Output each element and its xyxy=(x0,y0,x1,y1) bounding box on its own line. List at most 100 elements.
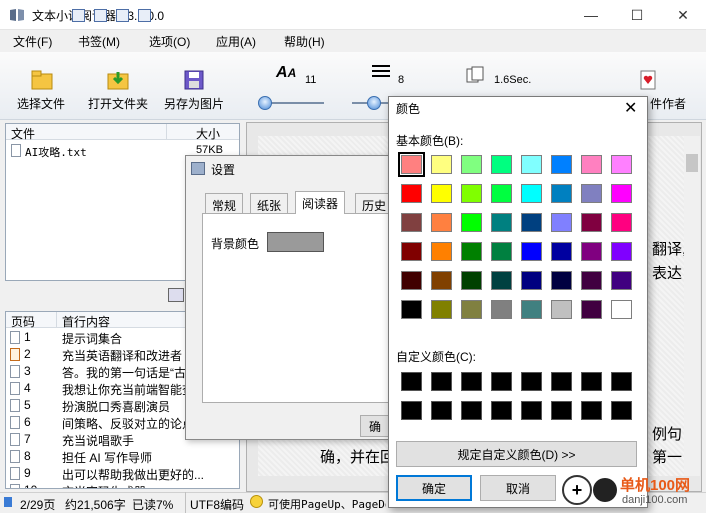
color-swatch[interactable] xyxy=(611,271,632,290)
color-swatch[interactable] xyxy=(431,271,452,290)
font-size-slider-knob[interactable] xyxy=(258,96,272,110)
menu-apps[interactable]: 应用(A) xyxy=(216,33,256,50)
color-swatch[interactable] xyxy=(461,213,482,232)
custom-color-swatch[interactable] xyxy=(401,401,422,420)
color-swatch[interactable] xyxy=(521,242,542,261)
file-name[interactable]: AI攻略.txt xyxy=(25,144,87,160)
color-swatch[interactable] xyxy=(491,271,512,290)
close-button[interactable]: ✕ xyxy=(660,0,706,30)
export-icon[interactable] xyxy=(168,288,184,302)
custom-color-swatch[interactable] xyxy=(521,372,542,391)
color-swatch[interactable] xyxy=(401,184,422,203)
define-custom-colors-button[interactable]: 规定自定义颜色(D) >> xyxy=(396,441,637,467)
custom-color-swatch[interactable] xyxy=(491,372,512,391)
color-swatch[interactable] xyxy=(461,271,482,290)
color-swatch[interactable] xyxy=(581,300,602,319)
menu-options[interactable]: 选项(O) xyxy=(149,33,190,50)
menu-help[interactable]: 帮助(H) xyxy=(284,33,325,50)
custom-color-swatch[interactable] xyxy=(461,372,482,391)
color-swatch[interactable] xyxy=(551,242,572,261)
menu-bookmark[interactable]: 书签(M) xyxy=(78,33,120,50)
menu-file[interactable]: 文件(F) xyxy=(13,33,52,50)
color-swatch[interactable] xyxy=(611,184,632,203)
color-swatch[interactable] xyxy=(611,213,632,232)
color-dialog-close-icon[interactable]: ✕ xyxy=(624,98,637,118)
color-swatch[interactable] xyxy=(491,155,512,174)
color-swatch[interactable] xyxy=(581,271,602,290)
col-size[interactable]: 大小 xyxy=(196,125,220,142)
color-swatch[interactable] xyxy=(581,213,602,232)
color-swatch[interactable] xyxy=(491,184,512,203)
author-label[interactable]: 件作者 xyxy=(650,95,686,112)
custom-color-swatch[interactable] xyxy=(611,401,632,420)
list-item[interactable]: 8 担任 AI 写作导师 xyxy=(6,448,239,465)
col-page-num[interactable]: 页码 xyxy=(11,313,35,330)
color-swatch[interactable] xyxy=(491,300,512,319)
custom-color-swatch[interactable] xyxy=(431,372,452,391)
open-folder-icon[interactable] xyxy=(106,68,130,92)
color-swatch[interactable] xyxy=(611,300,632,319)
color-swatch[interactable] xyxy=(551,155,572,174)
color-cancel-button[interactable]: 取消 xyxy=(480,475,556,501)
custom-color-swatch[interactable] xyxy=(491,401,512,420)
color-swatch[interactable] xyxy=(611,242,632,261)
scroll-thumb[interactable] xyxy=(686,154,698,172)
tab-reader[interactable]: 阅读器 xyxy=(295,191,346,214)
color-swatch[interactable] xyxy=(551,271,572,290)
settings-ok-button[interactable]: 确 xyxy=(360,415,390,437)
tab-paper[interactable]: 纸张 xyxy=(250,193,289,213)
color-swatch[interactable] xyxy=(521,184,542,203)
color-swatch[interactable] xyxy=(431,300,452,319)
open-folder-label[interactable]: 打开文件夹 xyxy=(88,95,148,112)
color-swatch[interactable] xyxy=(431,213,452,232)
choose-file-label[interactable]: 选择文件 xyxy=(17,95,65,112)
color-swatch[interactable] xyxy=(398,152,425,177)
last-page-icon[interactable] xyxy=(138,9,151,22)
first-page-icon[interactable] xyxy=(72,9,85,22)
bg-color-swatch[interactable] xyxy=(267,232,324,252)
color-swatch[interactable] xyxy=(521,213,542,232)
color-swatch[interactable] xyxy=(551,300,572,319)
color-swatch[interactable] xyxy=(461,184,482,203)
color-swatch[interactable] xyxy=(491,213,512,232)
custom-color-swatch[interactable] xyxy=(431,401,452,420)
color-swatch[interactable] xyxy=(611,155,632,174)
color-swatch[interactable] xyxy=(461,242,482,261)
custom-color-swatch[interactable] xyxy=(581,372,602,391)
minimize-button[interactable]: — xyxy=(568,0,614,30)
custom-color-swatch[interactable] xyxy=(551,401,572,420)
color-swatch[interactable] xyxy=(461,300,482,319)
color-swatch[interactable] xyxy=(431,155,452,174)
color-swatch[interactable] xyxy=(401,271,422,290)
col-file[interactable]: 文件 xyxy=(11,125,35,142)
reading-scrollbar[interactable] xyxy=(684,136,700,476)
color-swatch[interactable] xyxy=(521,300,542,319)
save-as-image-label[interactable]: 另存为图片 xyxy=(164,95,224,112)
color-swatch[interactable] xyxy=(521,271,542,290)
folder-icon[interactable] xyxy=(30,68,54,92)
color-swatch[interactable] xyxy=(431,242,452,261)
color-swatch[interactable] xyxy=(581,242,602,261)
color-swatch[interactable] xyxy=(551,213,572,232)
color-swatch[interactable] xyxy=(431,184,452,203)
custom-color-swatch[interactable] xyxy=(551,372,572,391)
col-first-line[interactable]: 首行内容 xyxy=(62,313,110,330)
line-spacing-slider-knob[interactable] xyxy=(367,96,381,110)
next-page-icon[interactable] xyxy=(116,9,129,22)
list-item[interactable]: 9 出可以帮助我做出更好的... xyxy=(6,465,239,482)
prev-page-icon[interactable] xyxy=(94,9,107,22)
save-icon[interactable] xyxy=(182,68,206,92)
color-swatch[interactable] xyxy=(581,155,602,174)
color-swatch[interactable] xyxy=(401,213,422,232)
custom-color-swatch[interactable] xyxy=(611,372,632,391)
color-swatch[interactable] xyxy=(581,184,602,203)
color-swatch[interactable] xyxy=(521,155,542,174)
maximize-button[interactable]: ☐ xyxy=(614,0,660,30)
color-swatch[interactable] xyxy=(461,155,482,174)
color-swatch[interactable] xyxy=(491,242,512,261)
custom-color-swatch[interactable] xyxy=(461,401,482,420)
custom-color-swatch[interactable] xyxy=(581,401,602,420)
tab-general[interactable]: 常规 xyxy=(205,193,244,213)
list-item[interactable]: 10 充当密码生成器 xyxy=(6,482,239,488)
custom-color-swatch[interactable] xyxy=(401,372,422,391)
